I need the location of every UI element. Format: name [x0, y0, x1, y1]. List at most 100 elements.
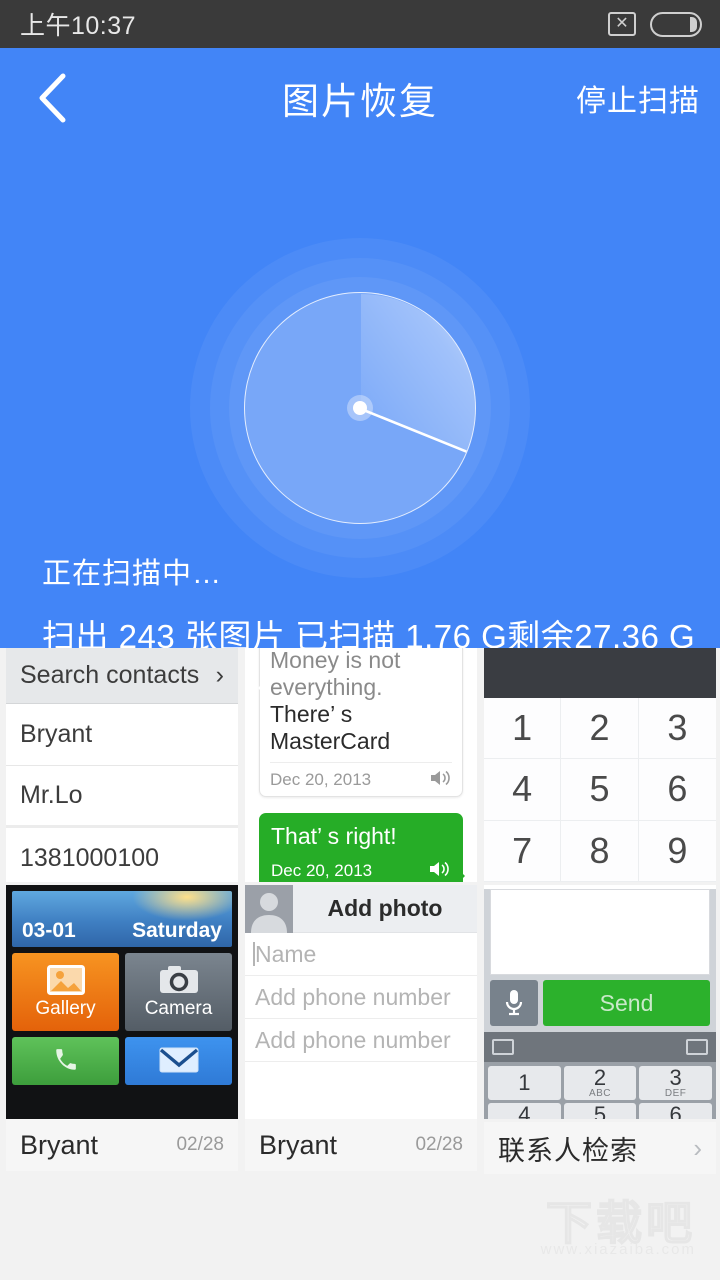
keyboard-key[interactable]: 5 JKL — [563, 1102, 637, 1120]
chat-preview: Money is not everything. There’ s Master… — [245, 648, 477, 882]
chat-timestamp: Dec 20, 2013 — [270, 770, 372, 789]
back-chevron-icon — [39, 73, 66, 123]
avatar — [245, 885, 293, 933]
home-tile-camera[interactable]: Camera — [125, 953, 232, 1031]
home-tile-phone[interactable] — [12, 1037, 119, 1085]
contact-row[interactable]: 1381000100 — [6, 828, 238, 882]
dialer-display — [484, 648, 716, 698]
dial-key-number: 7 — [512, 829, 533, 871]
keyboard-key-number: 5 — [593, 1102, 607, 1120]
thumbnail-column-2: Money is not everything. There’ s Master… — [245, 648, 477, 1171]
scan-status-text: 正在扫描中… — [42, 558, 223, 590]
status-bar: 上午10:37 ✕ — [0, 0, 720, 48]
phone-field-1[interactable]: Add phone number — [245, 976, 477, 1019]
keyboard-toolbar — [484, 1032, 716, 1062]
home-tile-mail[interactable] — [125, 1037, 232, 1085]
add-contact-form: Add photo Name Add phone number Add phon… — [245, 885, 477, 1119]
chat-message-line1: Money is not everything. — [270, 648, 401, 701]
contact-row[interactable]: Bryant — [6, 704, 238, 766]
radar-scanner — [190, 238, 530, 578]
dial-key[interactable]: 7 — [484, 820, 562, 882]
thumbnail-dialer[interactable]: 1 2 3 4 5 6 7 8 9 — [484, 648, 716, 882]
chevron-right-icon: › — [693, 1132, 702, 1163]
back-button[interactable] — [22, 68, 82, 128]
dial-key-number: 8 — [589, 829, 610, 871]
contact-search-footer[interactable]: 联系人检索 › — [484, 1122, 716, 1174]
stop-scan-button[interactable]: 停止扫描 — [576, 76, 700, 120]
dial-key-number: 5 — [589, 768, 610, 810]
keyboard-keys: 1 2 ABC 3 DEF 4 GHI — [484, 1062, 716, 1119]
dialer-keypad: 1 2 3 4 5 6 7 8 9 — [484, 698, 716, 882]
speaker-glyph-icon — [431, 770, 450, 785]
keyboard-key[interactable]: 1 — [488, 1066, 561, 1100]
keyboard-key-number: 2 — [593, 1065, 607, 1090]
chevron-right-icon: › — [215, 661, 224, 689]
person-placeholder-icon — [251, 893, 287, 933]
contact-row[interactable]: Mr.Lo — [6, 766, 238, 828]
dial-key[interactable]: 9 — [638, 821, 716, 882]
microphone-icon — [505, 990, 523, 1016]
hide-keyboard-icon[interactable] — [686, 1039, 708, 1055]
scan-panel: 图片恢复 停止扫描 正在扫描中… 扫出 243 张图片 已扫描 1.76 G剩余… — [0, 48, 720, 648]
keyboard-key-number: 1 — [518, 1070, 531, 1095]
navigation-bar: 图片恢复 停止扫描 — [0, 48, 720, 148]
thumbnail-add-contact-form[interactable]: Add photo Name Add phone number Add phon… — [245, 885, 477, 1119]
keyboard-key-number: 6 — [669, 1102, 682, 1120]
chat-timestamp: Dec 20, 2013 — [271, 861, 373, 881]
thumbnail-home-screen[interactable]: 03-01 Saturday Gallery Camera — [6, 885, 238, 1119]
chat-message-line2: There’ s MasterCard — [270, 701, 391, 755]
message-input[interactable] — [490, 889, 710, 975]
dial-key-number: 4 — [512, 768, 533, 810]
status-bar-icons: ✕ — [608, 11, 702, 37]
name-field[interactable]: Name — [245, 933, 477, 976]
dial-key[interactable]: 6 — [638, 759, 716, 821]
speaker-icon[interactable] — [429, 860, 451, 882]
phone-icon — [55, 1048, 76, 1070]
home-tile-gallery[interactable]: Gallery — [12, 953, 119, 1031]
caption-name: Bryant — [20, 1129, 99, 1160]
chat-bubble-outgoing[interactable]: That’ s right! Dec 20, 2013 — [259, 812, 465, 882]
home-clock-day: Saturday — [132, 919, 222, 942]
microphone-button[interactable] — [490, 980, 538, 1026]
home-tile-label: Camera — [144, 997, 213, 1019]
dial-key[interactable]: 8 — [561, 820, 639, 882]
contact-search-label: 联系人检索 — [498, 1135, 638, 1166]
dial-key[interactable]: 4 — [484, 759, 562, 821]
contacts-search-label: Search contacts — [20, 661, 200, 689]
dial-key[interactable]: 2 — [561, 698, 639, 760]
keyboard-key[interactable]: 4 GHI — [488, 1103, 561, 1119]
dial-key-number: 9 — [667, 829, 688, 871]
dial-key[interactable]: 5 — [561, 759, 639, 821]
battery-icon — [650, 11, 702, 37]
keyboard-key[interactable]: 2 ABC — [563, 1065, 637, 1100]
thumbnail-chat-messages[interactable]: Money is not everything. There’ s Master… — [245, 648, 477, 882]
message-compose-preview: Send 1 2 ABC 3 DEF 4 5 6 — [484, 889, 716, 1119]
radar-center-hub — [347, 395, 373, 421]
thumbnail-contacts-list[interactable]: Search contacts › Bryant Mr.Lo 138100010… — [6, 648, 238, 882]
chat-bubble-incoming[interactable]: Money is not everything. There’ s Master… — [258, 648, 463, 797]
watermark-url: www.xiazaiba.com — [540, 1241, 696, 1258]
dial-key[interactable]: 3 — [638, 698, 716, 760]
caption-date: 02/28 — [176, 1134, 224, 1155]
add-photo-row[interactable]: Add photo — [245, 885, 477, 933]
gallery-icon — [46, 964, 85, 995]
speaker-icon[interactable] — [430, 769, 452, 792]
scan-stats-text: 扫出 243 张图片 已扫描 1.76 G剩余27.36 G — [42, 618, 696, 648]
keyboard-key[interactable]: 6 MNO — [639, 1103, 712, 1119]
thumbnail-caption: Bryant 02/28 — [245, 1119, 477, 1171]
keyboard-key-letters: DEF — [664, 1088, 687, 1099]
caption-name: Bryant — [259, 1129, 338, 1160]
dial-key-number: 6 — [667, 768, 688, 810]
keyboard-key[interactable]: 3 DEF — [639, 1066, 712, 1100]
phone-field-2[interactable]: Add phone number — [245, 1019, 477, 1062]
add-photo-label: Add photo — [327, 895, 443, 921]
caption-date: 02/28 — [415, 1134, 463, 1155]
dial-key[interactable]: 1 — [484, 698, 562, 760]
keyboard-icon[interactable] — [492, 1039, 514, 1055]
thumbnail-message-compose[interactable]: Send 1 2 ABC 3 DEF 4 5 6 — [484, 885, 716, 1119]
dial-key-number: 1 — [512, 707, 533, 749]
contacts-search-row[interactable]: Search contacts › — [6, 648, 238, 704]
mail-icon — [159, 1047, 198, 1072]
radar-disc — [244, 292, 476, 524]
send-button[interactable]: Send — [543, 980, 710, 1026]
